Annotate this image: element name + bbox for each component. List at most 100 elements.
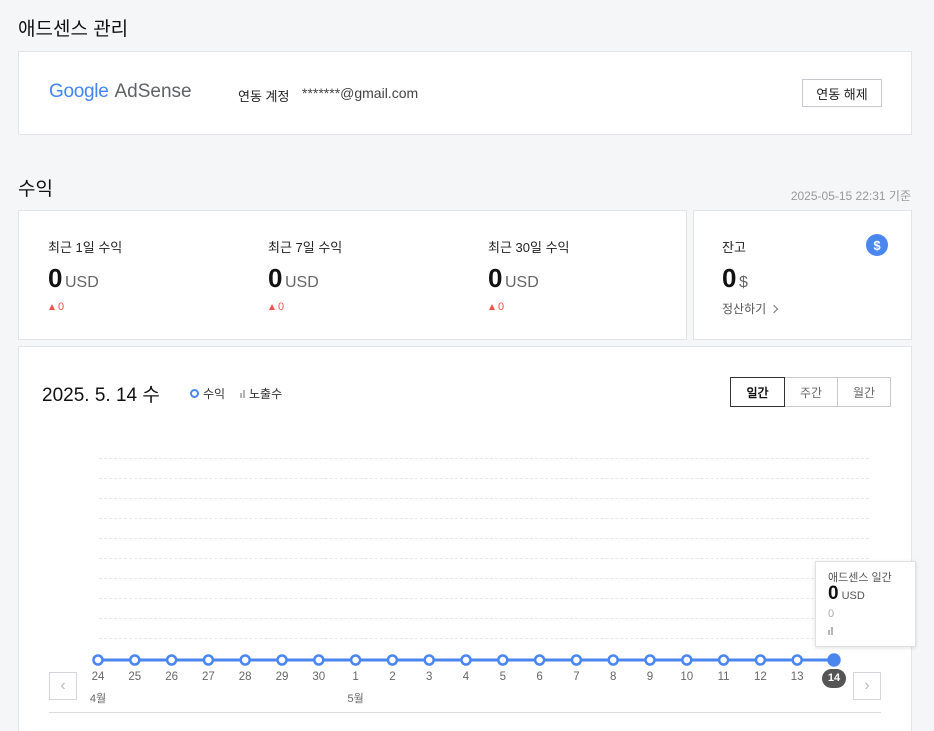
selected-date-badge: 14 <box>822 669 846 688</box>
linked-account-email: *******@gmail.com <box>302 85 419 101</box>
x-tick-label[interactable]: 26 <box>157 671 187 683</box>
grid-line <box>99 458 869 459</box>
data-point[interactable] <box>644 654 656 666</box>
linked-account-label: 연동 계정 <box>238 89 290 104</box>
x-tick-label[interactable]: 9 <box>635 671 665 683</box>
chart-axis-baseline <box>49 712 881 713</box>
x-tick-label[interactable]: 5 <box>488 671 518 683</box>
data-point[interactable] <box>129 654 141 666</box>
x-tick-label[interactable]: 27 <box>193 671 223 683</box>
x-tick-label[interactable]: 28 <box>230 671 260 683</box>
stat-value-30day: 0 USD <box>488 263 539 294</box>
stat-unit: USD <box>64 274 99 291</box>
chart-date-title: 2025. 5. 14 수 <box>42 385 160 406</box>
data-point[interactable] <box>497 654 509 666</box>
revenue-stats-panel: 최근 1일 수익 0 USD 0 최근 7일 수익 0 USD 0 최근 30일… <box>18 210 687 340</box>
x-tick-label[interactable]: 8 <box>598 671 628 683</box>
legend-impressions[interactable]: 노출수 <box>240 385 282 402</box>
x-tick-label[interactable]: 12 <box>745 671 775 683</box>
revenue-timestamp: 2025-05-15 22:31 기준 <box>790 189 911 203</box>
grid-line <box>99 538 869 539</box>
data-point[interactable] <box>423 654 435 666</box>
tab-monthly[interactable]: 월간 <box>837 378 890 406</box>
x-tick-label[interactable]: 10 <box>672 671 702 683</box>
tab-daily[interactable]: 일간 <box>730 377 785 407</box>
legend-circle-icon <box>190 389 199 398</box>
stat-label-1day: 최근 1일 수익 <box>48 240 123 255</box>
bar-chart-icon <box>828 626 833 635</box>
chevron-right-icon <box>769 304 779 313</box>
grid-line <box>99 498 869 499</box>
stat-delta-1day: 0 <box>49 301 64 313</box>
data-point[interactable] <box>313 654 325 666</box>
data-point[interactable] <box>92 654 104 666</box>
x-tick-label[interactable]: 14 <box>819 669 849 688</box>
dollar-icon: $ <box>866 234 888 256</box>
stat-value-1day: 0 USD <box>48 263 99 294</box>
grid-line <box>99 578 869 579</box>
data-point[interactable] <box>460 654 472 666</box>
google-logo-text: Google <box>49 81 109 102</box>
data-point[interactable] <box>717 654 730 666</box>
tooltip-value: 0 <box>828 583 839 604</box>
data-point[interactable] <box>681 654 693 666</box>
x-tick-label[interactable]: 6 <box>525 671 555 683</box>
x-tick-label[interactable]: 4 <box>451 671 481 683</box>
stat-value-7day: 0 USD <box>268 263 319 294</box>
data-point[interactable] <box>791 654 803 666</box>
chart-prev-button[interactable]: ‹ <box>49 672 77 700</box>
data-point[interactable] <box>754 654 767 666</box>
chart-next-button[interactable]: › <box>853 672 881 700</box>
up-triangle-icon <box>489 304 495 310</box>
x-tick-label[interactable]: 2 <box>377 671 407 683</box>
adsense-logo-text: AdSense <box>114 81 192 102</box>
legend-revenue[interactable]: 수익 <box>190 385 225 402</box>
tooltip-sub-value: 0 <box>828 608 835 620</box>
tab-weekly[interactable]: 주간 <box>784 378 837 406</box>
data-point[interactable] <box>349 654 362 666</box>
legend-revenue-label: 수익 <box>203 387 226 401</box>
data-point[interactable] <box>239 654 251 666</box>
x-tick-label[interactable]: 25 <box>120 671 150 683</box>
data-point[interactable] <box>570 654 583 666</box>
x-tick-label[interactable]: 1 <box>341 671 371 683</box>
settle-link-label: 정산하기 <box>722 302 767 316</box>
grid-line <box>99 598 869 599</box>
x-tick-label[interactable]: 7 <box>561 671 591 683</box>
chart-tooltip: 애드센스 일간 0 USD 0 <box>815 561 916 647</box>
legend-impressions-label: 노출수 <box>249 387 283 401</box>
stat-number: 0 <box>488 263 502 293</box>
stat-unit: USD <box>284 274 319 291</box>
stat-label-30day: 최근 30일 수익 <box>488 240 570 255</box>
data-point[interactable] <box>827 653 841 667</box>
month-label: 5월 <box>347 693 364 705</box>
unlink-button[interactable]: 연동 해제 <box>802 79 882 107</box>
stat-number: 0 <box>48 263 62 293</box>
x-tick-label[interactable]: 3 <box>414 671 444 683</box>
period-tabs: 일간 주간 월간 <box>730 377 891 407</box>
x-tick-label[interactable]: 11 <box>709 671 739 683</box>
data-point[interactable] <box>607 654 619 666</box>
data-point[interactable] <box>386 654 399 666</box>
data-point[interactable] <box>533 654 546 666</box>
stat-delta-7day: 0 <box>269 301 284 313</box>
x-tick-label[interactable]: 29 <box>267 671 297 683</box>
grid-line <box>99 618 869 619</box>
x-tick-label[interactable]: 30 <box>304 671 334 683</box>
chart-panel: 2025. 5. 14 수 수익 노출수 일간 주간 월간 24 25 26 27 28… <box>18 346 916 731</box>
data-point[interactable] <box>276 654 288 666</box>
x-tick-label[interactable]: 13 <box>782 671 812 683</box>
x-tick-label[interactable]: 24 <box>83 671 113 683</box>
revenue-section-title: 수익 <box>18 179 53 200</box>
stat-number: 0 <box>722 263 736 293</box>
grid-line <box>99 558 869 559</box>
balance-panel: 잔고 $ 0 $ 정산하기 <box>693 210 912 340</box>
stat-number: 0 <box>268 263 282 293</box>
grid-line <box>99 638 869 639</box>
tooltip-value-row: 0 USD <box>828 583 865 605</box>
bar-chart-icon <box>240 389 245 398</box>
data-point[interactable] <box>202 654 215 666</box>
google-adsense-logo: Google AdSense <box>49 81 192 103</box>
data-point[interactable] <box>165 654 178 666</box>
settle-link[interactable]: 정산하기 <box>722 300 779 317</box>
